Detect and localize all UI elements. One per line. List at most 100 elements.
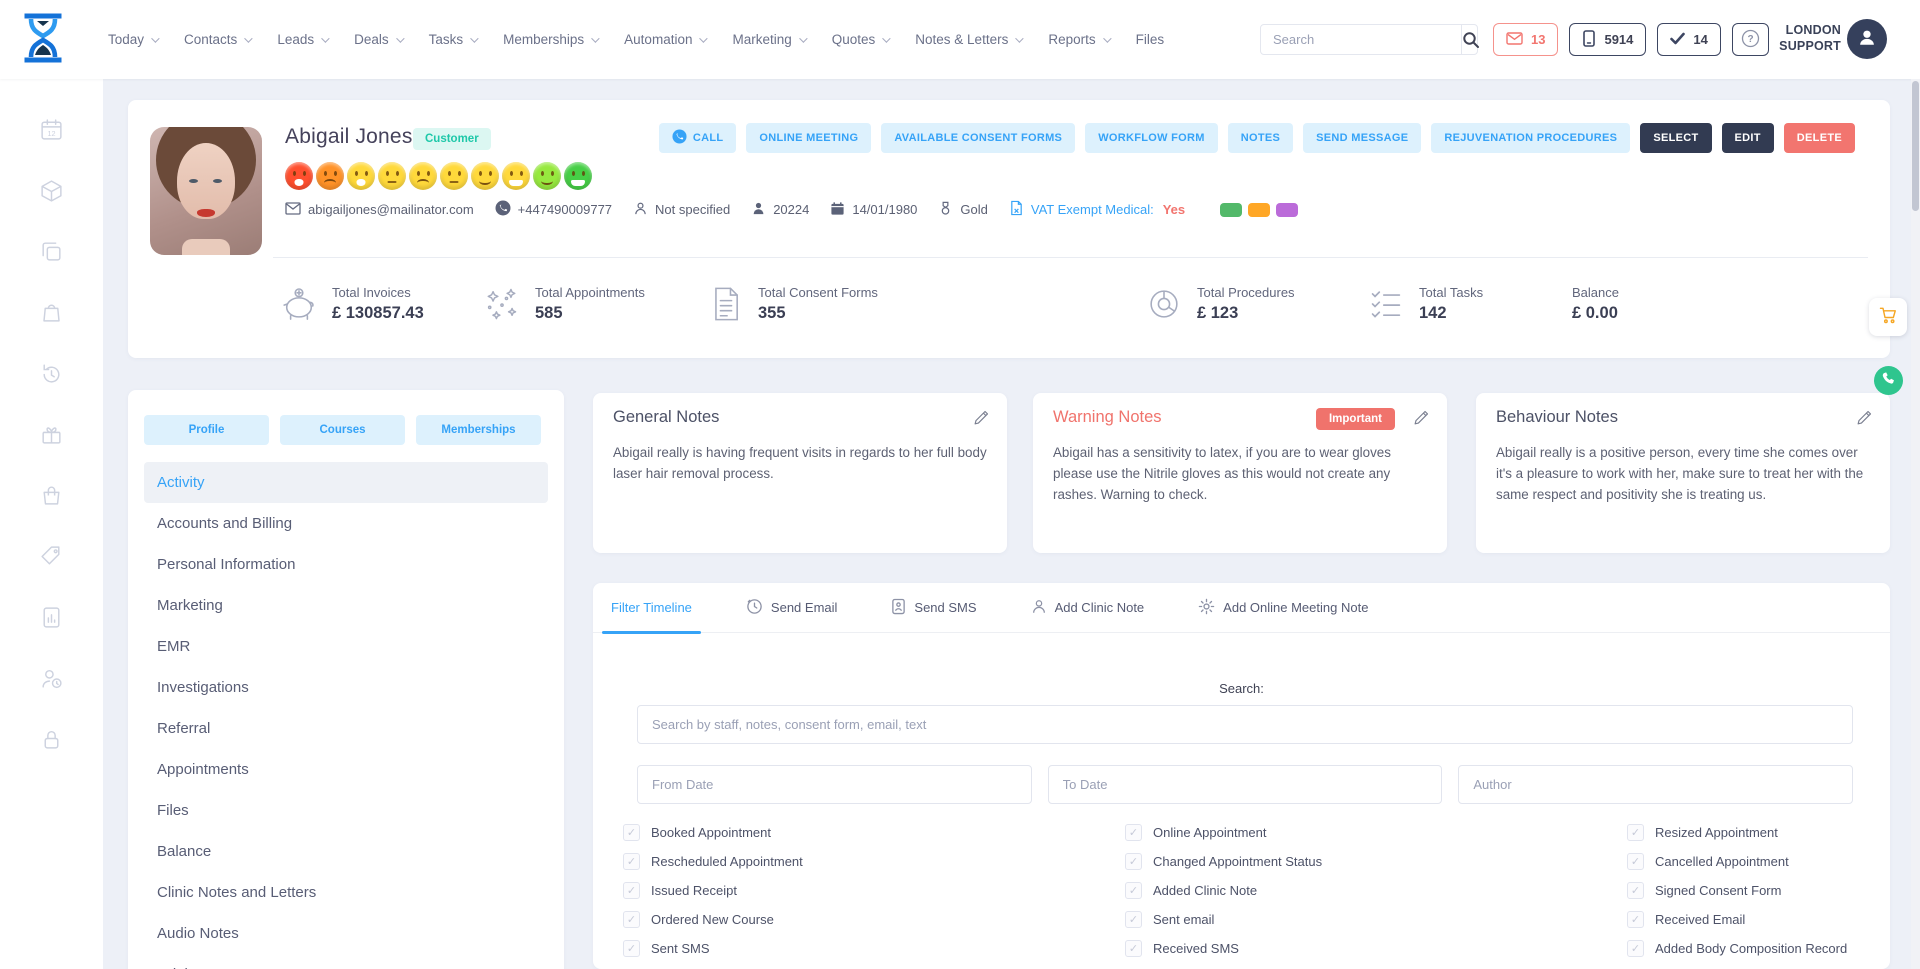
filter-checkbox-row[interactable]: Received Email [1627, 911, 1870, 928]
global-search-input[interactable] [1261, 25, 1461, 54]
action-button[interactable]: REJUVENATION PROCEDURES [1431, 123, 1630, 153]
pencil-icon[interactable] [1855, 409, 1873, 427]
satisfaction-emoji[interactable] [347, 162, 375, 190]
timeline-search-input[interactable] [637, 705, 1853, 744]
nav-item[interactable]: Memberships [503, 32, 597, 47]
filter-checkbox-row[interactable]: Sent SMS [623, 940, 1125, 957]
checkbox-icon[interactable] [623, 940, 640, 957]
menu-item[interactable]: Referral [144, 708, 548, 749]
bag-icon[interactable] [39, 300, 64, 325]
filter-checkbox-row[interactable]: Booked Appointment [623, 824, 1125, 841]
calendar-icon[interactable]: 12 [39, 117, 64, 142]
nav-item[interactable]: Contacts [184, 32, 250, 47]
package-icon[interactable] [39, 178, 64, 203]
cart-icon[interactable] [39, 483, 64, 508]
gift-icon[interactable] [39, 422, 64, 447]
hourglass-logo[interactable] [22, 12, 64, 69]
checkbox-icon[interactable] [1627, 882, 1644, 899]
phone-fab[interactable] [1874, 366, 1903, 395]
tab-send-email[interactable]: Send Email [737, 583, 846, 633]
tasks-badge[interactable]: 14 [1657, 23, 1720, 56]
client-label-swatch[interactable] [1220, 203, 1242, 217]
satisfaction-emoji[interactable] [502, 162, 530, 190]
menu-item[interactable]: Accounts and Billing [144, 503, 548, 544]
menu-item[interactable]: Marketing [144, 585, 548, 626]
action-button[interactable]: SEND MESSAGE [1303, 123, 1421, 153]
menu-item[interactable]: Activity [144, 462, 548, 503]
satisfaction-emoji[interactable] [409, 162, 437, 190]
vat-exempt-item[interactable]: VAT Exempt Medical:Yes [1009, 200, 1185, 219]
filter-checkbox-row[interactable]: Added Body Composition Record [1627, 940, 1870, 957]
checkbox-icon[interactable] [1627, 853, 1644, 870]
filter-checkbox-row[interactable]: Sent email [1125, 911, 1627, 928]
menu-item[interactable]: Balance [144, 831, 548, 872]
nav-item[interactable]: Marketing [732, 32, 804, 47]
checkbox-icon[interactable] [1627, 940, 1644, 957]
menu-item[interactable]: Appointments [144, 749, 548, 790]
client-label-swatch[interactable] [1248, 203, 1270, 217]
tab-send-sms[interactable]: Send SMS [882, 583, 985, 633]
from-date-input[interactable] [637, 765, 1032, 804]
menu-item[interactable]: Files [144, 790, 548, 831]
user-avatar[interactable] [1847, 19, 1887, 59]
nav-item[interactable]: Notes & Letters [915, 32, 1021, 47]
checkbox-icon[interactable] [1627, 911, 1644, 928]
filter-checkbox-row[interactable]: Changed Appointment Status [1125, 853, 1627, 870]
checkbox-icon[interactable] [1125, 940, 1142, 957]
mail-badge[interactable]: 13 [1493, 23, 1558, 56]
filter-checkbox-row[interactable]: Issued Receipt [623, 882, 1125, 899]
nav-item[interactable]: Leads [277, 32, 327, 47]
tab-filter-timeline[interactable]: Filter Timeline [602, 583, 701, 633]
nav-item[interactable]: Files [1136, 32, 1165, 47]
nav-item[interactable]: Tasks [429, 32, 477, 47]
menu-item[interactable]: Clinic Notes and Letters [144, 872, 548, 913]
satisfaction-emoji[interactable] [378, 162, 406, 190]
checkbox-icon[interactable] [1125, 853, 1142, 870]
filter-checkbox-row[interactable]: Ordered New Course [623, 911, 1125, 928]
filter-checkbox-row[interactable]: Online Appointment [1125, 824, 1627, 841]
tab-memberships[interactable]: Memberships [416, 415, 541, 445]
sms-badge[interactable]: 5914 [1569, 23, 1646, 56]
user-clock-icon[interactable] [39, 666, 64, 691]
tab-add-clinic-note[interactable]: Add Clinic Note [1022, 583, 1154, 633]
author-input[interactable] [1458, 765, 1853, 804]
checkbox-icon[interactable] [1125, 882, 1142, 899]
checkbox-icon[interactable] [623, 882, 640, 899]
email-item[interactable]: abigailjones@mailinator.com [285, 202, 474, 218]
satisfaction-emoji[interactable] [533, 162, 561, 190]
satisfaction-emoji[interactable] [564, 162, 592, 190]
satisfaction-emoji[interactable] [440, 162, 468, 190]
search-icon[interactable] [1461, 25, 1480, 54]
call-button[interactable]: CALL [659, 123, 737, 153]
checkbox-icon[interactable] [1627, 824, 1644, 841]
filter-checkbox-row[interactable]: Resized Appointment [1627, 824, 1870, 841]
menu-item[interactable]: Investigations [144, 667, 548, 708]
action-button[interactable]: AVAILABLE CONSENT FORMS [881, 123, 1075, 153]
action-button[interactable]: WORKFLOW FORM [1085, 123, 1218, 153]
action-button-dark[interactable]: SELECT [1640, 123, 1711, 153]
nav-item[interactable]: Deals [354, 32, 402, 47]
tab-courses[interactable]: Courses [280, 415, 405, 445]
client-label-swatch[interactable] [1276, 203, 1298, 217]
action-button-dark[interactable]: EDIT [1722, 123, 1774, 153]
copy-icon[interactable] [39, 239, 64, 264]
satisfaction-emoji[interactable] [471, 162, 499, 190]
phone-item[interactable]: +447490009777 [495, 200, 612, 219]
scrollbar-track[interactable] [1911, 79, 1920, 969]
filter-checkbox-row[interactable]: Rescheduled Appointment [623, 853, 1125, 870]
menu-item[interactable]: Drinks [144, 954, 548, 969]
delete-button[interactable]: DELETE [1784, 123, 1855, 153]
scrollbar-thumb[interactable] [1912, 81, 1919, 211]
nav-item[interactable]: Quotes [832, 32, 889, 47]
satisfaction-emoji[interactable] [316, 162, 344, 190]
menu-item[interactable]: EMR [144, 626, 548, 667]
checkbox-icon[interactable] [1125, 824, 1142, 841]
cart-fab[interactable] [1869, 298, 1907, 336]
filter-checkbox-row[interactable]: Signed Consent Form [1627, 882, 1870, 899]
checkbox-icon[interactable] [623, 824, 640, 841]
help-button[interactable]: ? [1732, 23, 1769, 56]
report-icon[interactable] [39, 605, 64, 630]
nav-item[interactable]: Automation [624, 32, 705, 47]
pencil-icon[interactable] [972, 409, 990, 427]
pencil-icon[interactable] [1412, 409, 1430, 427]
